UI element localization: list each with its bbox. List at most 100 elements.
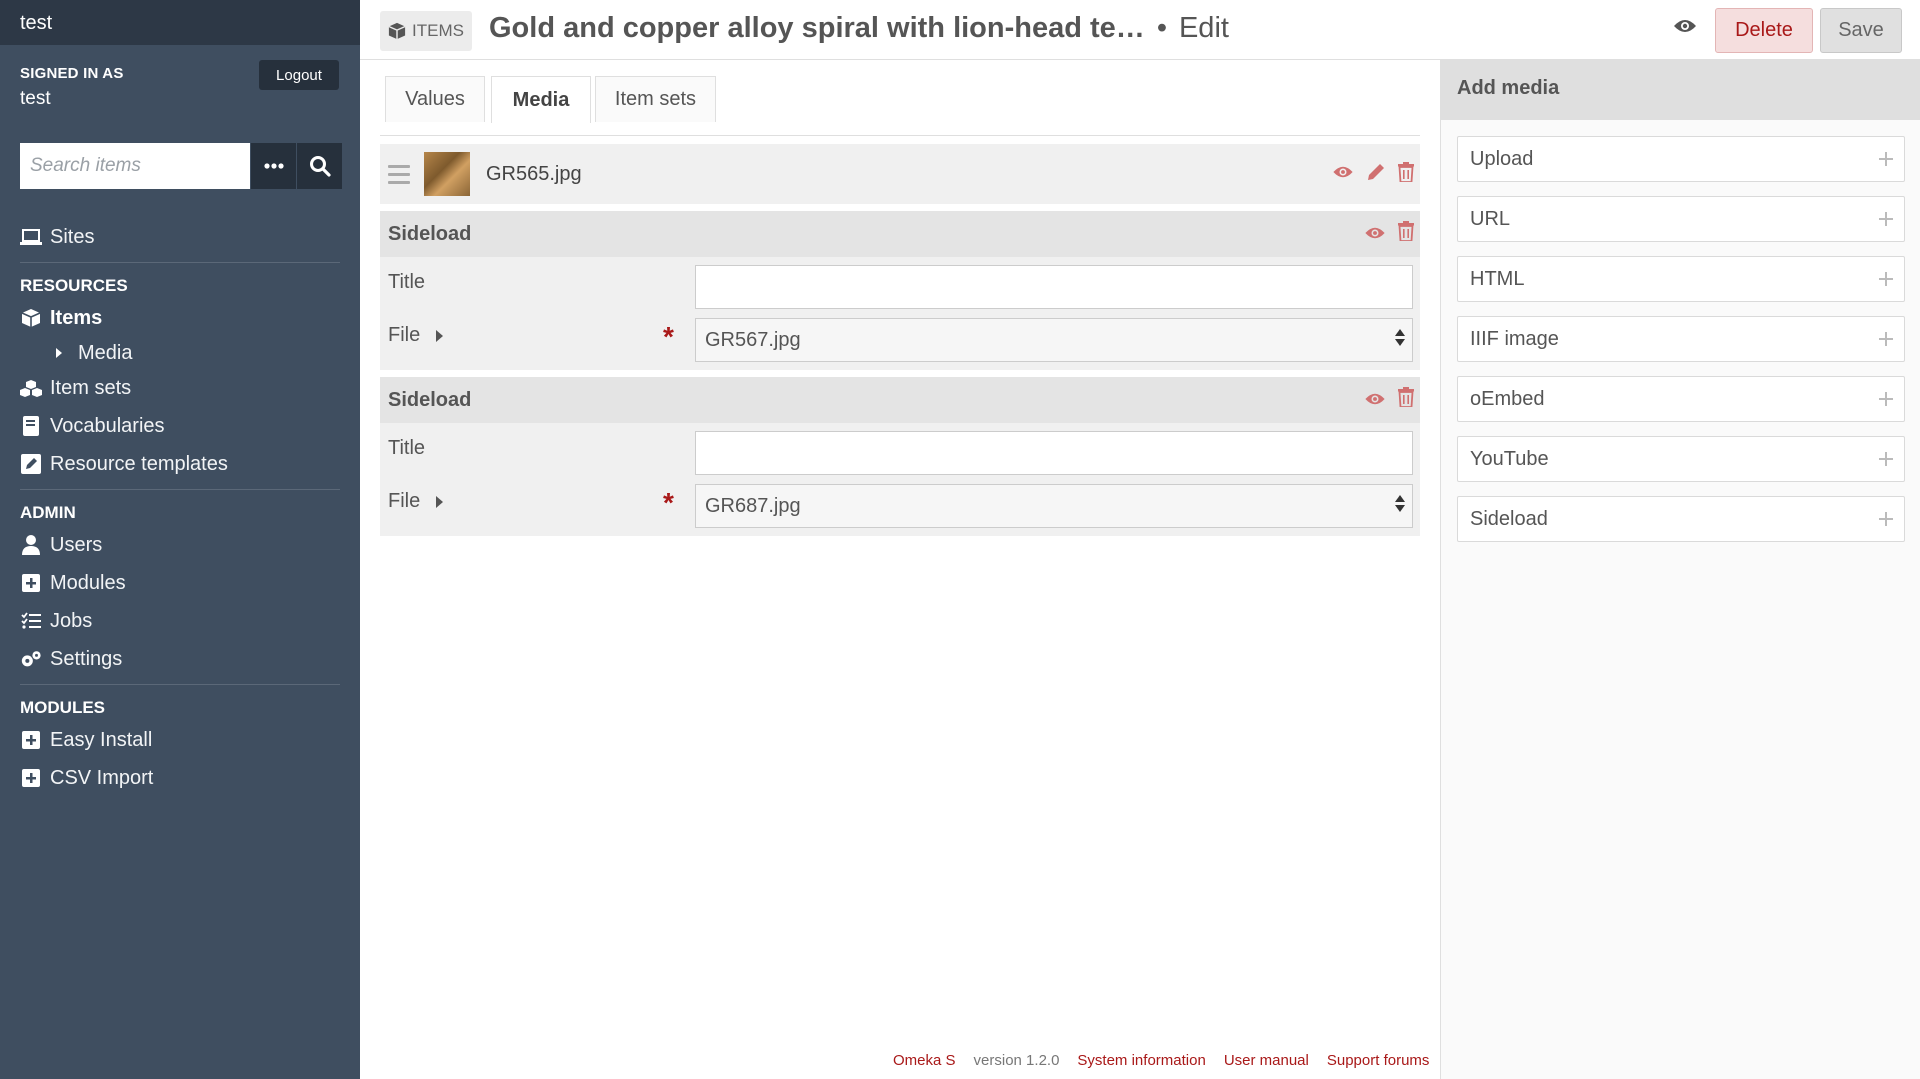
add-media-iiif-button[interactable]: IIIF image — [1457, 316, 1905, 362]
edit-icon — [20, 454, 42, 474]
search-button[interactable] — [297, 143, 342, 189]
footer-user-manual-link[interactable]: User manual — [1224, 1052, 1309, 1069]
view-public-icon[interactable] — [1673, 18, 1697, 39]
eye-icon[interactable] — [1332, 165, 1354, 184]
nav-csv-import[interactable]: CSV Import — [0, 759, 360, 797]
add-media-youtube-button[interactable]: YouTube — [1457, 436, 1905, 482]
caret-right-icon[interactable] — [436, 329, 444, 342]
breadcrumb-label: ITEMS — [412, 21, 464, 40]
caret-right-icon — [48, 343, 70, 363]
sideload-heading: Sideload — [380, 377, 1420, 423]
tab-item-sets[interactable]: Item sets — [595, 76, 716, 122]
file-field-row: File * GR687.jpg — [380, 476, 1420, 529]
save-button[interactable]: Save — [1820, 8, 1902, 53]
cubes-icon — [20, 378, 42, 398]
ellipsis-icon — [263, 163, 284, 169]
advanced-search-button[interactable] — [251, 143, 296, 189]
nav-divider — [20, 262, 340, 263]
item-title: Gold and copper alloy spiral with lion-h… — [489, 12, 1145, 44]
title-label: Title — [388, 271, 426, 293]
sideload-heading-label: Sideload — [388, 222, 472, 245]
file-select[interactable]: GR687.jpg — [695, 484, 1413, 528]
plus-square-icon — [20, 573, 42, 593]
nav-media-label: Media — [78, 341, 133, 364]
eye-icon[interactable] — [1364, 223, 1386, 246]
nav-item-sets[interactable]: Item sets — [0, 369, 360, 407]
media-filename[interactable]: GR565.jpg — [486, 163, 582, 186]
sideload-actions — [1364, 387, 1414, 413]
file-field-row: File * GR567.jpg — [380, 310, 1420, 363]
add-media-iiif-label: IIIF image — [1470, 327, 1559, 350]
plus-square-icon — [20, 730, 42, 750]
nav-csv-import-label: CSV Import — [50, 766, 154, 789]
nav-modules-heading: MODULES — [20, 698, 105, 717]
add-media-upload-label: Upload — [1470, 147, 1534, 170]
tab-values[interactable]: Values — [385, 76, 485, 122]
add-media-oembed-label: oEmbed — [1470, 387, 1545, 410]
search-icon — [309, 156, 331, 177]
nav-resource-templates[interactable]: Resource templates — [0, 445, 360, 483]
file-select-value: GR567.jpg — [705, 329, 801, 351]
nav-media[interactable]: Media — [0, 337, 360, 369]
nav-users-label: Users — [50, 533, 103, 556]
nav-users[interactable]: Users — [0, 526, 360, 564]
nav-settings[interactable]: Settings — [0, 640, 360, 678]
nav-settings-label: Settings — [50, 647, 123, 670]
page-title: Gold and copper alloy spiral with lion-h… — [489, 12, 1229, 45]
title-input[interactable] — [695, 431, 1413, 475]
footer-system-info-link[interactable]: System information — [1077, 1052, 1205, 1069]
pencil-icon[interactable] — [1366, 162, 1386, 187]
sideload-block: Sideload Title File * GR567.jpg — [380, 211, 1420, 370]
nav-modules-label: Modules — [50, 571, 126, 594]
section-tabs: Values Media Item sets — [380, 76, 1420, 136]
nav-modules[interactable]: Modules — [0, 564, 360, 602]
trash-icon[interactable] — [1398, 161, 1414, 187]
add-media-panel: Add media Upload URL HTML IIIF image oEm… — [1440, 60, 1920, 1079]
eye-icon[interactable] — [1364, 389, 1386, 412]
add-media-html-button[interactable]: HTML — [1457, 256, 1905, 302]
caret-right-icon[interactable] — [436, 495, 444, 508]
add-media-heading: Add media — [1441, 60, 1920, 120]
add-media-url-button[interactable]: URL — [1457, 196, 1905, 242]
file-select[interactable]: GR567.jpg — [695, 318, 1413, 362]
page-header: ITEMS Gold and copper alloy spiral with … — [360, 0, 1920, 60]
title-field-row: Title — [380, 257, 1420, 310]
nav-vocabularies[interactable]: Vocabularies — [0, 407, 360, 445]
file-label[interactable]: File — [388, 324, 444, 347]
file-label[interactable]: File — [388, 490, 444, 513]
add-media-upload-button[interactable]: Upload — [1457, 136, 1905, 182]
tab-media[interactable]: Media — [491, 76, 591, 123]
required-asterisk-icon: * — [663, 321, 674, 352]
nav-jobs[interactable]: Jobs — [0, 602, 360, 640]
add-media-youtube-label: YouTube — [1470, 447, 1549, 470]
sideload-heading-label: Sideload — [388, 388, 472, 411]
add-media-url-label: URL — [1470, 207, 1511, 230]
trash-icon[interactable] — [1398, 221, 1414, 247]
logout-button[interactable]: Logout — [259, 60, 339, 90]
footer-product-link[interactable]: Omeka S — [893, 1052, 956, 1069]
delete-button[interactable]: Delete — [1715, 8, 1813, 53]
search-input[interactable] — [20, 143, 250, 189]
footer-support-link[interactable]: Support forums — [1327, 1052, 1430, 1069]
nav-divider — [20, 684, 340, 685]
user-icon — [20, 535, 42, 555]
nav-vocabularies-label: Vocabularies — [50, 414, 165, 437]
add-media-sideload-label: Sideload — [1470, 507, 1548, 530]
select-arrows-icon — [1395, 329, 1405, 346]
nav-items[interactable]: Items — [0, 299, 360, 337]
breadcrumb[interactable]: ITEMS — [380, 11, 472, 51]
app-name[interactable]: test — [0, 0, 360, 45]
nav-easy-install[interactable]: Easy Install — [0, 721, 360, 759]
task-list-icon — [20, 611, 42, 631]
nav-sites[interactable]: Sites — [0, 218, 360, 256]
add-media-sideload-button[interactable]: Sideload — [1457, 496, 1905, 542]
footer-version: version 1.2.0 — [973, 1052, 1060, 1069]
drag-handle-icon[interactable] — [388, 164, 410, 184]
main-content: Values Media Item sets GR565.jpg Sideloa… — [380, 61, 1420, 536]
add-media-oembed-button[interactable]: oEmbed — [1457, 376, 1905, 422]
signed-in-user[interactable]: test — [20, 88, 340, 110]
existing-media-row: GR565.jpg — [380, 144, 1420, 204]
trash-icon[interactable] — [1398, 387, 1414, 413]
nav-resources-heading: RESOURCES — [20, 276, 128, 295]
title-input[interactable] — [695, 265, 1413, 309]
